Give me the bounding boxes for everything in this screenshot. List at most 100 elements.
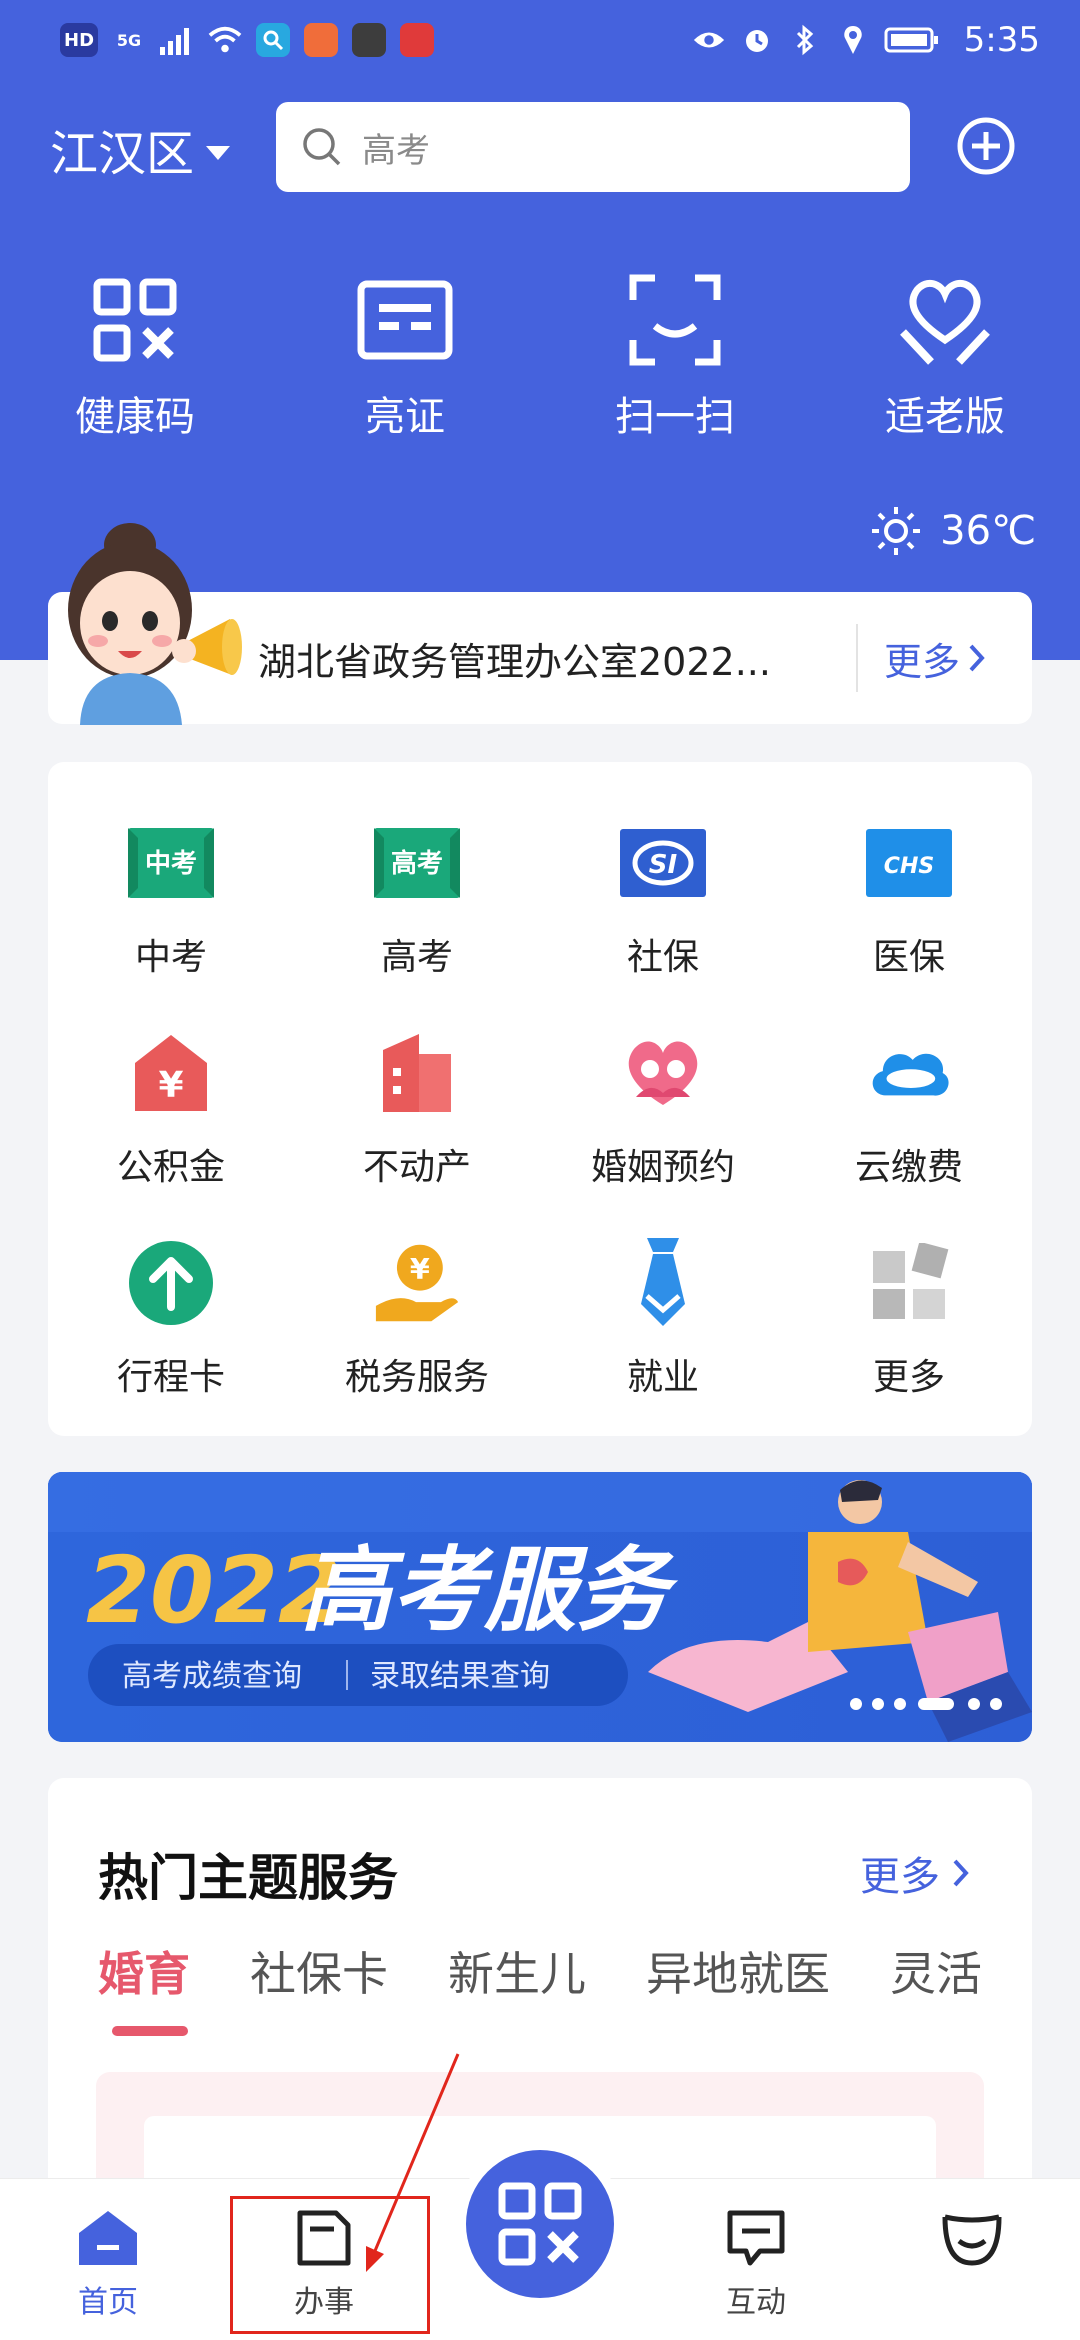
hand-coin-icon: ¥ [374, 1240, 460, 1326]
zhongkao-icon: 中考 [128, 820, 214, 906]
qr-scan-icon [498, 2182, 582, 2266]
mascot-illustration [68, 523, 242, 725]
eye-icon [692, 23, 726, 57]
quick-show-id[interactable]: 亮证 [270, 270, 540, 450]
scan-icon [629, 274, 721, 366]
annotation-highlight-box [230, 2196, 430, 2334]
notice-divider [856, 624, 858, 692]
nav-interact[interactable]: 互动 [676, 2209, 836, 2321]
service-badge-text: ¥ [410, 1252, 430, 1286]
hot-topics-title: 热门主题服务 [98, 1849, 398, 1907]
tab-flexible[interactable]: 灵活 [890, 1938, 982, 2004]
banner-link-scores[interactable]: 高考成绩查询 [122, 1659, 302, 1694]
temperature: 36℃ [940, 508, 1036, 554]
social-security-icon: SI [620, 820, 706, 906]
quick-elder-mode[interactable]: 适老版 [810, 270, 1080, 450]
notice-more-label: 更多 [884, 639, 961, 684]
gaokao-banner[interactable]: 2022 高考服务 高考成绩查询 录取结果查询 [48, 1472, 1032, 1742]
service-label: 高考 [380, 937, 453, 978]
smile-face-icon [942, 2214, 1002, 2266]
tab-remote-medical[interactable]: 异地就医 [646, 1938, 830, 2004]
status-bar: HD 5G 5:35 [0, 0, 1080, 80]
cloud-icon [866, 1030, 952, 1116]
service-employment[interactable]: 就业 [540, 1238, 786, 1450]
service-badge-text: CHS [884, 854, 934, 879]
service-tax[interactable]: ¥ 税务服务 [294, 1240, 540, 1450]
services-grid: 中考 中考 高考 高考 SI 社保 CHS 医保 ¥ 公积金 不动产 婚姻预约 … [48, 820, 1032, 1450]
add-circle-icon[interactable] [956, 116, 1016, 176]
bluetooth-icon [788, 23, 822, 57]
heart-app-icon [400, 23, 435, 57]
alarm-icon [740, 23, 774, 57]
search-app-icon [256, 23, 291, 57]
service-marriage-booking[interactable]: 婚姻预约 [540, 1030, 786, 1240]
nav-profile[interactable] [892, 2209, 1052, 2267]
tab-marriage-birth[interactable]: 婚育 [98, 1938, 190, 2004]
search-input[interactable]: 高考 [276, 102, 910, 192]
nav-label: 首页 [78, 2285, 138, 2320]
wifi-icon [208, 23, 242, 57]
service-label: 就业 [626, 1357, 699, 1398]
chevron-right-icon [953, 1859, 969, 1887]
service-real-estate[interactable]: 不动产 [294, 1030, 540, 1240]
hot-topic-tabs: 婚育 社保卡 新生儿 异地就医 灵活 [98, 1938, 982, 2004]
tab-social-card[interactable]: 社保卡 [250, 1938, 388, 2004]
tab-newborn[interactable]: 新生儿 [448, 1938, 586, 2004]
quick-label: 健康码 [75, 394, 195, 440]
service-travel-card[interactable]: 行程卡 [48, 1240, 294, 1450]
active-tab-indicator [112, 2026, 188, 2036]
location-icon [836, 23, 870, 57]
service-gaokao[interactable]: 高考 高考 [294, 820, 540, 1030]
service-more[interactable]: 更多 [786, 1240, 1032, 1450]
center-scan-button[interactable] [466, 2150, 614, 2298]
id-card-icon [357, 280, 453, 360]
building-icon [374, 1030, 460, 1116]
banner-link-admission[interactable]: 录取结果查询 [370, 1659, 550, 1694]
battery-icon [884, 23, 940, 57]
status-time: 5:35 [963, 20, 1040, 60]
service-label: 云缴费 [854, 1147, 963, 1188]
house-yuan-icon: ¥ [128, 1030, 214, 1116]
quick-label: 适老版 [885, 394, 1005, 440]
quick-scan[interactable]: 扫一扫 [540, 270, 810, 450]
status-left: HD 5G [60, 23, 435, 57]
service-label: 中考 [134, 937, 207, 978]
service-label: 行程卡 [116, 1357, 225, 1398]
nav-home[interactable]: 首页 [28, 2209, 188, 2321]
service-label: 婚姻预约 [590, 1147, 735, 1188]
service-social-security[interactable]: SI 社保 [540, 820, 786, 1030]
service-housing-fund[interactable]: ¥ 公积金 [48, 1030, 294, 1240]
app-icon [304, 23, 339, 57]
service-badge-text: 高考 [391, 848, 443, 879]
district-label: 江汉区 [50, 126, 195, 182]
hot-more-label: 更多 [860, 1854, 940, 1900]
sun-icon [872, 507, 921, 555]
status-right: 5:35 [692, 20, 1040, 60]
service-label: 税务服务 [344, 1357, 489, 1398]
couple-heart-icon [620, 1030, 706, 1116]
service-cloud-payment[interactable]: 云缴费 [786, 1030, 1032, 1240]
quick-health-code[interactable]: 健康码 [0, 270, 270, 450]
search-placeholder: 高考 [362, 130, 430, 171]
arrow-up-circle-icon [128, 1240, 214, 1326]
qr-code-icon [93, 278, 177, 362]
notice-text: 湖北省政务管理办公室2022... [258, 639, 771, 684]
hot-topics-more-link[interactable]: 更多 [860, 1844, 972, 1902]
service-label: 更多 [872, 1357, 945, 1398]
5g-badge: 5G [116, 30, 142, 50]
search-icon [303, 128, 341, 166]
service-label: 社保 [626, 937, 699, 978]
notice-more-link[interactable]: 更多 [884, 631, 988, 686]
chat-icon [727, 2210, 785, 2266]
service-label: 医保 [872, 937, 945, 978]
service-zhongkao[interactable]: 中考 中考 [48, 820, 294, 1030]
service-badge-text: ¥ [158, 1065, 183, 1106]
home-icon [79, 2211, 137, 2265]
elder-heart-icon [900, 279, 990, 365]
service-label: 公积金 [116, 1147, 225, 1188]
services-panel: 中考 中考 高考 高考 SI 社保 CHS 医保 ¥ 公积金 不动产 婚姻预约 … [48, 762, 1032, 1436]
tie-icon [620, 1238, 706, 1326]
district-selector[interactable]: 江汉区 [50, 114, 231, 184]
nav-label: 互动 [726, 2285, 786, 2320]
service-medical-insurance[interactable]: CHS 医保 [786, 820, 1032, 1030]
